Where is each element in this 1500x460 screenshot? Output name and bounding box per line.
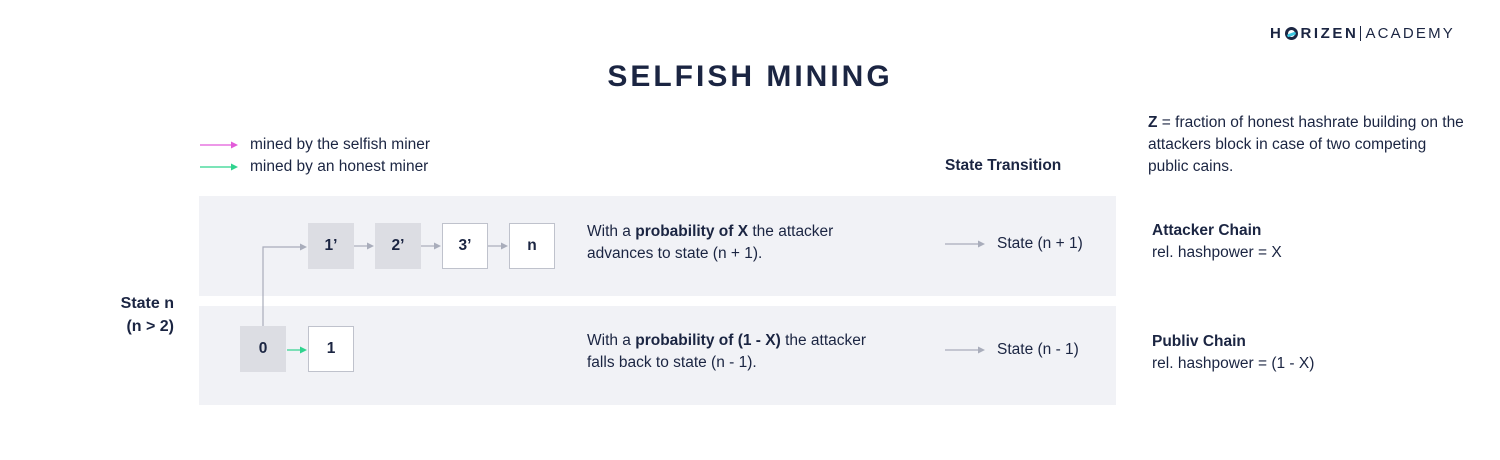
- fork-connector: [262, 246, 300, 326]
- honest-block-0: 0: [240, 326, 286, 372]
- transition-up: State (n + 1): [945, 235, 1083, 253]
- attacker-row-description: With a probability of X the attacker adv…: [587, 221, 887, 265]
- transition-down: State (n - 1): [945, 341, 1079, 359]
- public-chain-hashpower: rel. hashpower = (1 - X): [1152, 355, 1315, 372]
- arrowhead-0-1: [300, 346, 307, 354]
- gray-arrow-icon: [945, 346, 985, 354]
- arrowhead-1-2: [367, 242, 374, 250]
- attacker-block-3: 3’: [442, 223, 488, 269]
- attacker-chain-hashpower: rel. hashpower = X: [1152, 244, 1282, 261]
- public-row-description: With a probability of (1 - X) the attack…: [587, 330, 887, 374]
- honest-block-1: 1: [308, 326, 354, 372]
- attacker-block-1: 1’: [308, 223, 354, 269]
- desc-probability: probability of X: [635, 223, 749, 240]
- arrowhead-2-3: [434, 242, 441, 250]
- attacker-block-n: n: [509, 223, 555, 269]
- desc-text-pre: With a: [587, 332, 636, 349]
- transition-down-label: State (n - 1): [997, 341, 1079, 358]
- attacker-block-2: 2’: [375, 223, 421, 269]
- transition-up-label: State (n + 1): [997, 235, 1083, 252]
- fork-arrowhead: [300, 243, 307, 251]
- desc-probability: probability of (1 - X): [635, 332, 781, 349]
- public-chain-info: Publiv Chain rel. hashpower = (1 - X): [1152, 331, 1314, 375]
- arrowhead-3-n: [501, 242, 508, 250]
- gray-arrow-icon: [945, 240, 985, 248]
- attacker-chain-info: Attacker Chain rel. hashpower = X: [1152, 220, 1282, 264]
- desc-text-pre: With a: [587, 223, 636, 240]
- attacker-chain-name: Attacker Chain: [1152, 222, 1262, 239]
- public-chain-name: Publiv Chain: [1152, 333, 1246, 350]
